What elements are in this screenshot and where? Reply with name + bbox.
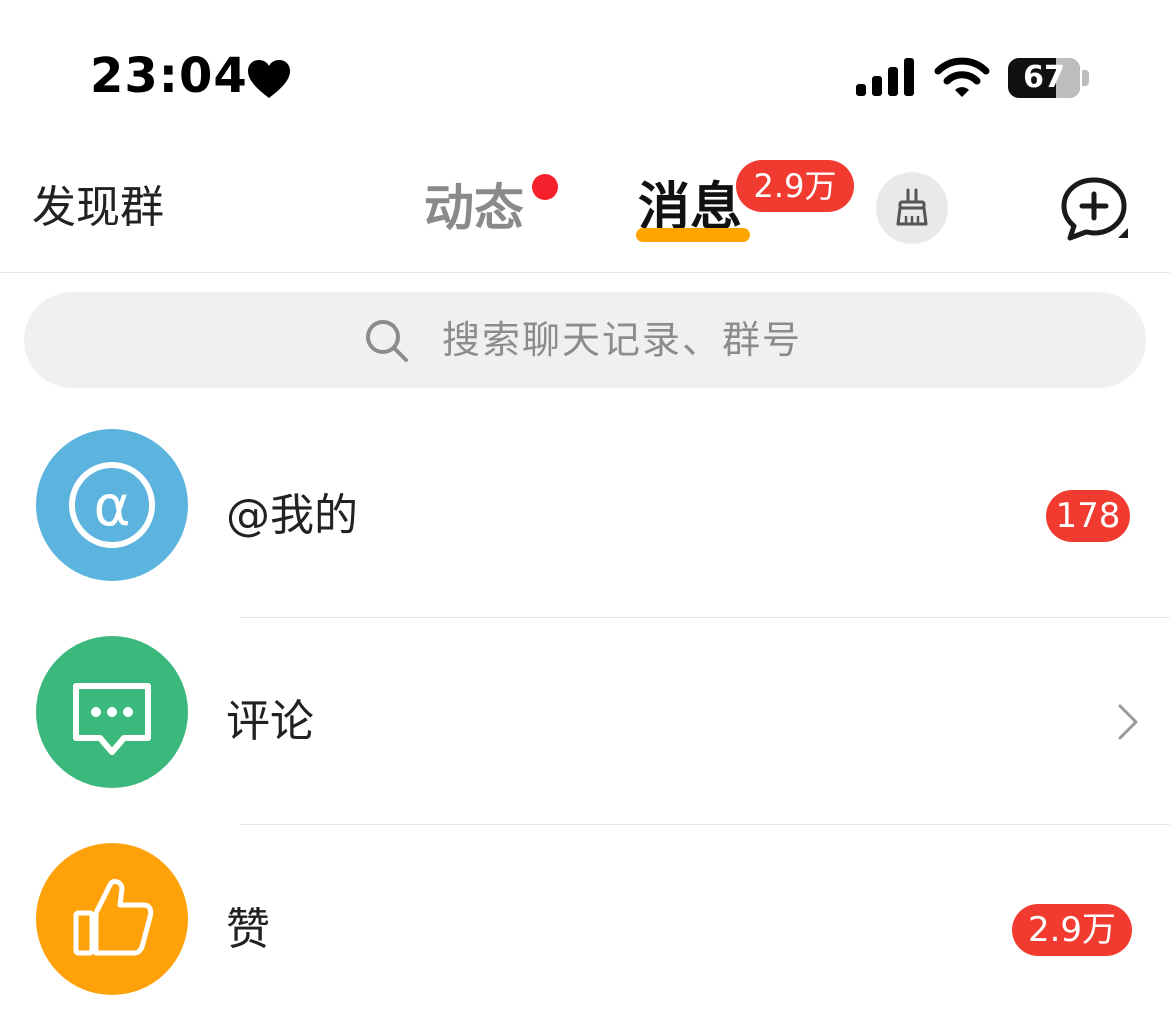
- broom-icon: [896, 188, 928, 226]
- messages-count-badge: 2.9万: [736, 160, 854, 212]
- active-tab-underline: [636, 228, 750, 242]
- mentions-label: @我的: [226, 490, 358, 541]
- at-icon: α: [69, 462, 155, 548]
- battery-level: 67: [1023, 60, 1065, 95]
- chevron-right-icon: [1118, 704, 1138, 740]
- battery-indicator: 67: [1008, 58, 1080, 98]
- discover-groups-button[interactable]: 发现群: [32, 180, 164, 236]
- mentions-count-badge: 178: [1046, 490, 1130, 542]
- comments-label: 评论: [226, 696, 314, 747]
- likes-count-badge: 2.9万: [1012, 904, 1132, 956]
- likes-label: 赞: [226, 904, 270, 955]
- search-icon: [366, 320, 408, 362]
- battery-cap: [1082, 70, 1089, 86]
- likes-avatar: [36, 843, 188, 995]
- new-chat-plus-icon[interactable]: [1060, 176, 1132, 242]
- clear-unread-button[interactable]: [876, 172, 948, 244]
- wifi-icon: [934, 57, 990, 97]
- search-placeholder: 搜索聊天记录、群号: [442, 318, 803, 362]
- heart-icon: [248, 60, 290, 98]
- signal-icon: [856, 58, 914, 96]
- comment-icon: [73, 683, 151, 755]
- comments-avatar: [36, 636, 188, 788]
- header-divider: [0, 272, 1170, 273]
- svg-text:α: α: [94, 474, 131, 539]
- mentions-avatar: α: [36, 429, 188, 581]
- thumbs-up-icon: [73, 879, 154, 956]
- unread-dot: [532, 174, 558, 200]
- tab-dynamic[interactable]: 动态: [424, 176, 524, 240]
- status-time: 23:04: [90, 48, 248, 104]
